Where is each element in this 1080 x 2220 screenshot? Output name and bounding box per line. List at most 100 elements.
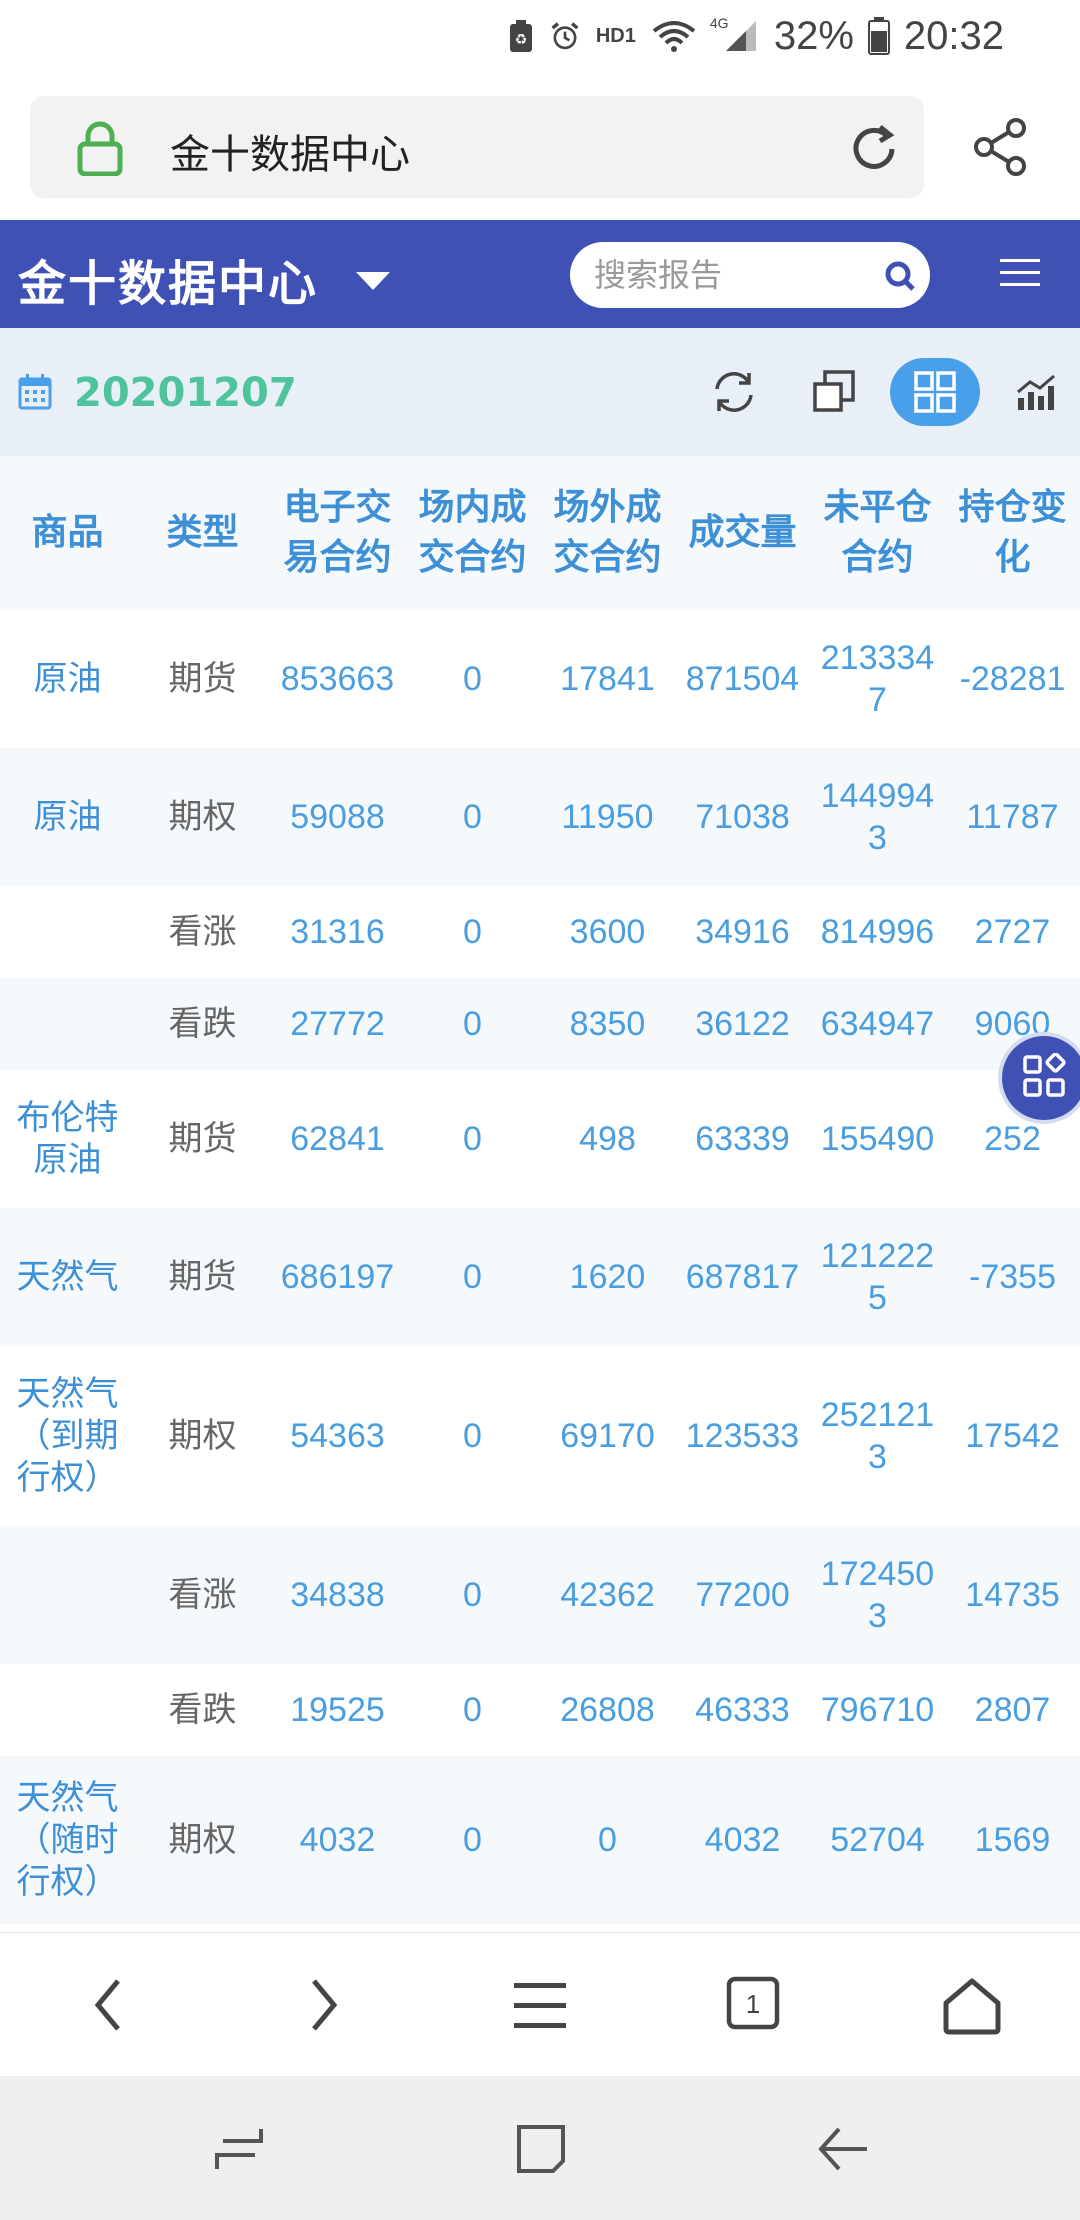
- table-cell-otc: 498: [540, 1070, 675, 1208]
- table-cell-electronic: 853663: [270, 610, 405, 748]
- table-cell-volume: 871504: [675, 610, 810, 748]
- table-cell-type: 期货: [135, 1208, 270, 1346]
- recent-apps-icon[interactable]: [204, 2114, 274, 2184]
- table-cell-type: 看涨: [135, 1526, 270, 1664]
- system-back-icon[interactable]: [808, 2114, 878, 2184]
- table-cell-pit: 0: [405, 1756, 540, 1924]
- report-date[interactable]: 20201207: [74, 370, 297, 416]
- svg-text:♻: ♻: [515, 32, 528, 48]
- table-cell-volume: 687817: [675, 1208, 810, 1346]
- table-cell-volume: 34916: [675, 886, 810, 978]
- column-header[interactable]: 商品: [0, 456, 135, 610]
- data-table: 商品 类型 电子交易合约 场内成交合约 场外成交合约 成交量 未平仓合约 持仓变…: [0, 456, 1080, 1924]
- table-cell-volume: 36122: [675, 978, 810, 1070]
- table-cell-open-interest: 52704: [810, 1756, 945, 1924]
- table-cell-open-interest: 1449943: [810, 748, 945, 886]
- table-cell-name: 原油: [0, 748, 135, 886]
- table-cell-type: 看跌: [135, 1664, 270, 1756]
- table-cell-type: 看涨: [135, 886, 270, 978]
- search-input[interactable]: [594, 254, 874, 296]
- table-header-row: 商品 类型 电子交易合约 场内成交合约 场外成交合约 成交量 未平仓合约 持仓变…: [0, 456, 1080, 610]
- table-cell-pit: 0: [405, 1346, 540, 1526]
- table-cell-open-interest: 2521213: [810, 1346, 945, 1526]
- table-cell-electronic: 34838: [270, 1526, 405, 1664]
- table-cell-electronic: 59088: [270, 748, 405, 886]
- column-header[interactable]: 未平仓合约: [810, 456, 945, 610]
- grid-view-icon[interactable]: [890, 358, 980, 426]
- table-cell-change: -7355: [945, 1208, 1080, 1346]
- chart-icon[interactable]: [1008, 364, 1064, 420]
- browser-bottom-bar: 1: [0, 1932, 1080, 2076]
- table-cell-name: [0, 1664, 135, 1756]
- table-cell-open-interest: 2133347: [810, 610, 945, 748]
- lock-icon[interactable]: [74, 120, 126, 177]
- table-cell-electronic: 4032: [270, 1756, 405, 1924]
- hamburger-menu-icon[interactable]: [1000, 256, 1040, 290]
- table-cell-otc: 8350: [540, 978, 675, 1070]
- reload-icon[interactable]: [846, 121, 902, 177]
- table-cell-pit: 0: [405, 748, 540, 886]
- table-row[interactable]: 布伦特原油 期货 62841 0 498 63339 155490 252: [0, 1070, 1080, 1208]
- table-cell-electronic: 27772: [270, 978, 405, 1070]
- table-cell-change: -28281: [945, 610, 1080, 748]
- table-row[interactable]: 看涨 34838 0 42362 77200 1724503 14735: [0, 1526, 1080, 1664]
- table-row[interactable]: 看涨 31316 0 3600 34916 814996 2727: [0, 886, 1080, 978]
- apps-icon: [1021, 1052, 1067, 1103]
- home-square-icon[interactable]: [506, 2114, 576, 2184]
- table-cell-volume: 63339: [675, 1070, 810, 1208]
- table-cell-type: 期货: [135, 610, 270, 748]
- table-cell-type: 看跌: [135, 978, 270, 1070]
- copy-icon[interactable]: [806, 364, 862, 420]
- menu-icon[interactable]: [502, 1967, 578, 2043]
- forward-icon[interactable]: [286, 1967, 362, 2043]
- table-cell-change: 14735: [945, 1526, 1080, 1664]
- table-cell-change: 11787: [945, 748, 1080, 886]
- app-header: 金十数据中心: [0, 220, 1080, 328]
- share-icon[interactable]: [970, 116, 1032, 178]
- table-cell-name: 天然气（到期行权）: [0, 1346, 135, 1526]
- clock: 20:32: [903, 13, 1004, 58]
- table-row[interactable]: 原油 期货 853663 0 17841 871504 2133347 -28281: [0, 610, 1080, 748]
- table-cell-pit: 0: [405, 1070, 540, 1208]
- table-cell-pit: 0: [405, 978, 540, 1070]
- table-cell-otc: 17841: [540, 610, 675, 748]
- column-header[interactable]: 场外成交合约: [540, 456, 675, 610]
- search-icon[interactable]: [884, 260, 916, 292]
- table-row[interactable]: 看跌 27772 0 8350 36122 634947 9060: [0, 978, 1080, 1070]
- column-header[interactable]: 成交量: [675, 456, 810, 610]
- table-row[interactable]: 看跌 19525 0 26808 46333 796710 2807: [0, 1664, 1080, 1756]
- back-icon[interactable]: [70, 1967, 146, 2043]
- app-title[interactable]: 金十数据中心: [18, 244, 318, 314]
- table-cell-electronic: 54363: [270, 1346, 405, 1526]
- floating-apps-button[interactable]: [998, 1032, 1080, 1124]
- table-cell-name: [0, 1526, 135, 1664]
- table-cell-open-interest: 1724503: [810, 1526, 945, 1664]
- signal-icon: 4G: [710, 15, 760, 53]
- table-row[interactable]: 天然气 期货 686197 0 1620 687817 1212225 -7355: [0, 1208, 1080, 1346]
- browser-address-bar: 金十数据中心: [0, 72, 1080, 220]
- column-header[interactable]: 场内成交合约: [405, 456, 540, 610]
- refresh-icon[interactable]: [706, 364, 762, 420]
- chevron-down-icon[interactable]: [356, 272, 390, 290]
- table-row[interactable]: 原油 期权 59088 0 11950 71038 1449943 11787: [0, 748, 1080, 886]
- table-row[interactable]: 天然气（到期行权） 期权 54363 0 69170 123533 2521213 17542: [0, 1346, 1080, 1526]
- url-title[interactable]: 金十数据中心: [170, 122, 410, 180]
- column-header[interactable]: 类型: [135, 456, 270, 610]
- search-box[interactable]: [570, 242, 930, 308]
- home-icon[interactable]: [934, 1967, 1010, 2043]
- column-header[interactable]: 持仓变化: [945, 456, 1080, 610]
- table-cell-name: [0, 886, 135, 978]
- url-box[interactable]: 金十数据中心: [30, 96, 924, 198]
- system-nav-bar: [0, 2076, 1080, 2220]
- table-cell-volume: 4032: [675, 1756, 810, 1924]
- tabs-icon[interactable]: 1: [716, 1967, 792, 2043]
- table-cell-pit: 0: [405, 1526, 540, 1664]
- table-cell-pit: 0: [405, 1208, 540, 1346]
- table-row[interactable]: 天然气（随时行权） 期权 4032 0 0 4032 52704 1569: [0, 1756, 1080, 1924]
- table-cell-type: 期货: [135, 1070, 270, 1208]
- table-cell-name: 布伦特原油: [0, 1070, 135, 1208]
- table-cell-electronic: 31316: [270, 886, 405, 978]
- calendar-icon[interactable]: [18, 374, 52, 410]
- column-header[interactable]: 电子交易合约: [270, 456, 405, 610]
- table-cell-name: 原油: [0, 610, 135, 748]
